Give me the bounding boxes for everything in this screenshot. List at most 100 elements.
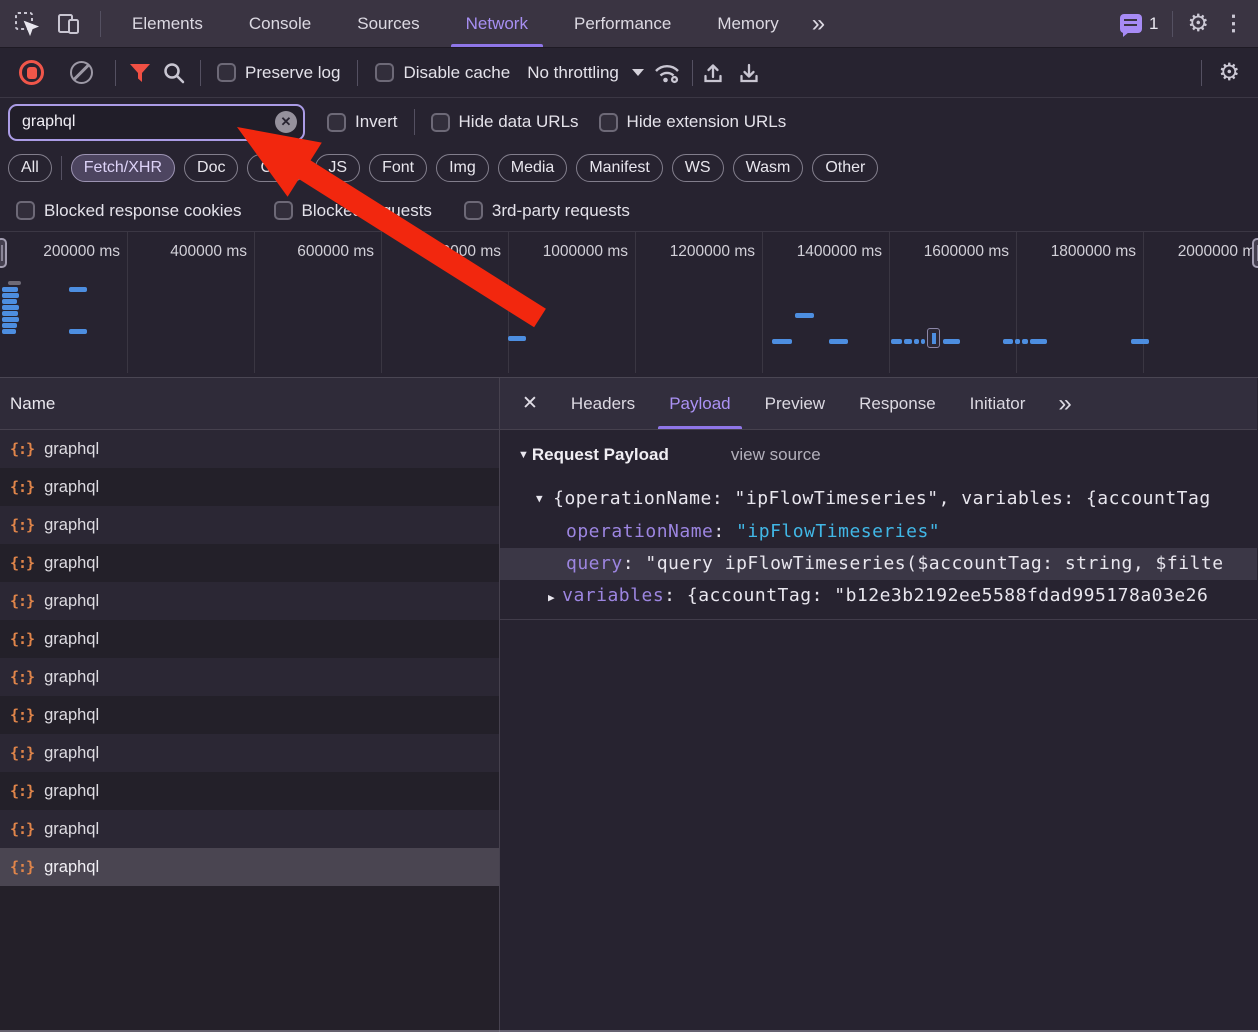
request-row[interactable]: {:}graphql xyxy=(0,810,499,848)
request-row[interactable]: {:}graphql xyxy=(0,734,499,772)
request-row[interactable]: {:}graphql xyxy=(0,582,499,620)
hide-extension-urls-checkbox[interactable]: Hide extension URLs xyxy=(599,112,787,132)
filter-pill-wasm[interactable]: Wasm xyxy=(733,154,804,182)
disable-cache-checkbox[interactable]: Disable cache xyxy=(375,63,510,83)
request-row[interactable]: {:}graphql xyxy=(0,544,499,582)
close-details-button[interactable]: ✕ xyxy=(500,392,554,415)
filter-pill-css[interactable]: CSS xyxy=(247,154,306,182)
request-row[interactable]: {:}graphql xyxy=(0,430,499,468)
more-tabs-icon[interactable]: » xyxy=(802,10,832,38)
request-row[interactable]: {:}graphql xyxy=(0,506,499,544)
inspect-element-button[interactable] xyxy=(10,7,44,41)
network-conditions-button[interactable] xyxy=(652,60,682,86)
request-row[interactable]: {:}graphql xyxy=(0,848,499,886)
filter-pill-all[interactable]: All xyxy=(8,154,52,182)
tab-network[interactable]: Network xyxy=(443,0,551,47)
device-toolbar-button[interactable] xyxy=(52,7,86,41)
waterfall-bar xyxy=(2,287,18,292)
filter-pill-ws[interactable]: WS xyxy=(672,154,724,182)
filter-pill-manifest[interactable]: Manifest xyxy=(576,154,662,182)
checkbox-icon[interactable] xyxy=(16,201,35,220)
blocked-response-cookies-checkbox[interactable]: Blocked response cookies xyxy=(16,201,242,221)
waterfall-bar xyxy=(508,336,526,341)
checkbox-icon[interactable] xyxy=(217,63,236,82)
name-column-header[interactable]: Name xyxy=(0,378,499,430)
checkbox-icon[interactable] xyxy=(274,201,293,220)
request-row[interactable]: {:}graphql xyxy=(0,658,499,696)
filter-pill-doc[interactable]: Doc xyxy=(184,154,238,182)
network-overview[interactable]: 200000 ms400000 ms600000 ms800000 ms1000… xyxy=(0,232,1258,378)
pill-divider xyxy=(61,156,62,180)
record-button[interactable] xyxy=(19,60,44,85)
overview-left-grip[interactable] xyxy=(0,238,7,268)
details-tab-response[interactable]: Response xyxy=(842,378,953,429)
details-tab-headers[interactable]: Headers xyxy=(554,378,652,429)
hide-data-urls-label: Hide data URLs xyxy=(459,112,579,132)
invert-label: Invert xyxy=(355,112,398,132)
request-row[interactable]: {:}graphql xyxy=(0,696,499,734)
settings-gear-icon[interactable]: ⚙ xyxy=(1187,12,1209,36)
clear-filter-button[interactable]: ✕ xyxy=(275,111,297,133)
filter-toggle-button[interactable] xyxy=(128,62,152,84)
request-row[interactable]: {:}graphql xyxy=(0,772,499,810)
blocked-requests-checkbox[interactable]: Blocked requests xyxy=(274,201,432,221)
invert-checkbox[interactable]: Invert xyxy=(327,112,398,132)
request-row[interactable]: {:}graphql xyxy=(0,620,499,658)
waterfall-bar xyxy=(829,339,848,344)
tab-elements[interactable]: Elements xyxy=(109,0,226,47)
filter-pill-font[interactable]: Font xyxy=(369,154,427,182)
waterfall-bar xyxy=(904,339,912,344)
details-tab-preview[interactable]: Preview xyxy=(748,378,842,429)
selected-request-bar xyxy=(932,333,936,344)
import-har-button[interactable] xyxy=(701,61,725,85)
details-tab-initiator[interactable]: Initiator xyxy=(953,378,1043,429)
collapse-triangle-icon[interactable]: ▼ xyxy=(536,492,543,505)
checkbox-icon[interactable] xyxy=(327,113,346,132)
request-name: graphql xyxy=(44,858,99,877)
issues-bubble-icon xyxy=(1120,14,1142,33)
details-more-tabs-icon[interactable]: » xyxy=(1048,390,1078,418)
toolbar-divider xyxy=(200,60,201,86)
details-tab-payload[interactable]: Payload xyxy=(652,378,747,429)
tab-performance[interactable]: Performance xyxy=(551,0,694,47)
throttling-select[interactable]: No throttling xyxy=(527,63,644,83)
payload-row-operationname[interactable]: operationName: "ipFlowTimeseries" xyxy=(500,516,1257,548)
checkbox-icon[interactable] xyxy=(431,113,450,132)
filter-pill-other[interactable]: Other xyxy=(812,154,878,182)
checkbox-icon[interactable] xyxy=(464,201,483,220)
filter-pill-js[interactable]: JS xyxy=(315,154,360,182)
filter-pill-img[interactable]: Img xyxy=(436,154,489,182)
collapse-triangle-icon[interactable]: ▼ xyxy=(518,449,529,461)
payload-row-query[interactable]: query: "query ipFlowTimeseries($accountT… xyxy=(500,548,1257,580)
checkbox-icon[interactable] xyxy=(599,113,618,132)
3rd-party-requests-checkbox[interactable]: 3rd-party requests xyxy=(464,201,630,221)
filter-pill-media[interactable]: Media xyxy=(498,154,568,182)
preserve-log-checkbox[interactable]: Preserve log xyxy=(217,63,340,83)
issues-button[interactable]: 1 xyxy=(1120,14,1158,34)
overview-divider xyxy=(635,232,636,373)
overview-divider xyxy=(889,232,890,373)
overview-tick-label: 1000000 ms xyxy=(543,243,628,261)
checkbox-icon[interactable] xyxy=(375,63,394,82)
overview-right-grip[interactable] xyxy=(1252,238,1258,268)
filter-pill-fetch-xhr[interactable]: Fetch/XHR xyxy=(71,154,175,182)
hide-data-urls-checkbox[interactable]: Hide data URLs xyxy=(431,112,579,132)
tab-console[interactable]: Console xyxy=(226,0,334,47)
request-row[interactable]: {:}graphql xyxy=(0,468,499,506)
request-name: graphql xyxy=(44,440,99,459)
search-button[interactable] xyxy=(162,61,186,85)
device-toolbar-icon xyxy=(56,11,82,37)
expand-triangle-icon[interactable]: ▶ xyxy=(548,591,555,604)
filter-input[interactable] xyxy=(10,106,303,139)
request-name: graphql xyxy=(44,554,99,573)
overview-tick-label: 800000 ms xyxy=(424,243,501,261)
payload-row-variables[interactable]: ▶variables: {accountTag: "b12e3b2192ee55… xyxy=(500,580,1257,612)
export-har-button[interactable] xyxy=(737,61,761,85)
more-options-icon[interactable]: ⋮ xyxy=(1223,13,1244,34)
payload-preview-line[interactable]: ▼ {operationName: "ipFlowTimeseries", va… xyxy=(500,480,1257,516)
view-source-link[interactable]: view source xyxy=(731,445,821,465)
tab-sources[interactable]: Sources xyxy=(334,0,442,47)
clear-network-log-button[interactable] xyxy=(70,61,93,84)
tab-memory[interactable]: Memory xyxy=(694,0,801,47)
network-settings-gear-icon[interactable]: ⚙ xyxy=(1218,61,1240,85)
